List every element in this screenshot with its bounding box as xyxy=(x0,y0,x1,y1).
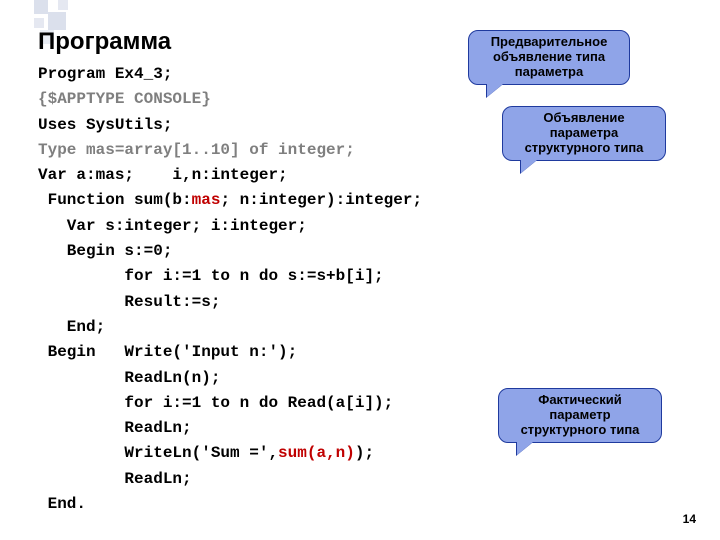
slide-title: Программа xyxy=(38,28,171,56)
callout-tail-icon xyxy=(487,84,503,97)
code-line: Type mas=array[1..10] of integer; xyxy=(38,141,355,159)
code-mas: mas xyxy=(192,191,221,209)
code-line: End; xyxy=(38,318,105,336)
callout-param-decl: Объявление параметра структурного типа xyxy=(502,106,666,161)
callout-text: Фактический параметр структурного типа xyxy=(521,392,640,437)
code-sumcall: sum(a,n) xyxy=(278,444,355,462)
code-line: for i:=1 to n do s:=s+b[i]; xyxy=(38,267,384,285)
callout-tail-icon xyxy=(517,442,533,455)
code-line: ); xyxy=(355,444,374,462)
callout-text: Объявление параметра структурного типа xyxy=(525,110,644,155)
callout-predeclare: Предварительное объявление типа параметр… xyxy=(468,30,630,85)
code-line: Function sum(b: xyxy=(38,191,192,209)
code-line: Var s:integer; i:integer; xyxy=(38,217,307,235)
code-line: Begin s:=0; xyxy=(38,242,172,260)
code-line: Program Ex4_3; xyxy=(38,65,172,83)
code-line: Uses SysUtils; xyxy=(38,116,172,134)
callout-tail-icon xyxy=(521,160,537,173)
code-line: ; n:integer):integer; xyxy=(220,191,422,209)
page-number: 14 xyxy=(683,512,696,526)
code-line: ReadLn(n); xyxy=(38,369,220,387)
code-line: WriteLn('Sum =', xyxy=(38,444,278,462)
code-line: End. xyxy=(38,495,86,513)
callout-actual-param: Фактический параметр структурного типа xyxy=(498,388,662,443)
code-line: ReadLn; xyxy=(38,419,192,437)
code-block: Program Ex4_3; {$APPTYPE CONSOLE} Uses S… xyxy=(38,62,422,517)
code-line: ReadLn; xyxy=(38,470,192,488)
code-line: Result:=s; xyxy=(38,293,220,311)
code-line: {$APPTYPE CONSOLE} xyxy=(38,90,211,108)
code-line: for i:=1 to n do Read(a[i]); xyxy=(38,394,393,412)
code-line: Var a:mas; i,n:integer; xyxy=(38,166,288,184)
callout-text: Предварительное объявление типа параметр… xyxy=(491,34,608,79)
code-line: Begin Write('Input n:'); xyxy=(38,343,297,361)
